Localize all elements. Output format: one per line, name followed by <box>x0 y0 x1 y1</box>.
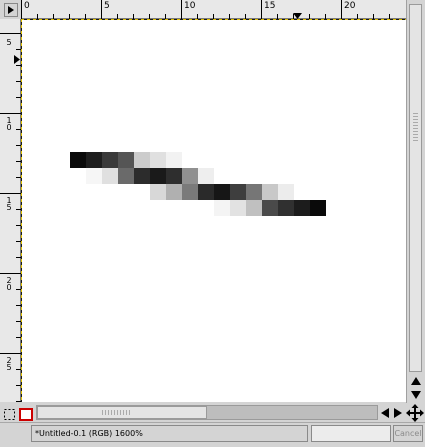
scrollbar-grip <box>102 410 132 415</box>
image-pixel <box>230 184 246 200</box>
vertical-scrollbar-thumb[interactable] <box>409 4 422 372</box>
image-pixel <box>246 184 262 200</box>
image-pixel <box>198 168 214 184</box>
move-cross-arrows-icon <box>406 404 424 422</box>
image-pixel <box>214 184 230 200</box>
scroll-right-button[interactable] <box>392 406 403 419</box>
ruler-label: 15 <box>264 1 276 11</box>
image-pixel <box>246 200 262 216</box>
image-pixel <box>102 168 118 184</box>
cancel-button[interactable]: Cancel <box>393 425 423 442</box>
canvas-boundary-left <box>21 19 22 402</box>
ruler-label: 0 <box>24 1 30 11</box>
menu-arrow-icon <box>8 6 14 14</box>
canvas-boundary-top <box>21 19 406 20</box>
horizontal-ruler[interactable]: 0 5 10 15 20 <box>21 0 406 19</box>
ruler-label: 5 <box>6 38 12 47</box>
scroll-down-button[interactable] <box>410 389 422 401</box>
image-pixel <box>182 184 198 200</box>
image-pixel <box>150 184 166 200</box>
image-pixel <box>182 168 198 184</box>
image-pixel <box>262 200 278 216</box>
image-pixel <box>134 152 150 168</box>
ruler-label: 1 5 <box>6 196 12 212</box>
image-pixel <box>294 200 310 216</box>
image-pixel <box>214 200 230 216</box>
image-pixel <box>86 152 102 168</box>
arrow-left-icon <box>380 407 389 418</box>
image-pixel <box>310 200 326 216</box>
image-pixel <box>118 152 134 168</box>
navigate-image-button[interactable] <box>406 404 424 422</box>
quick-mask-on-toggle[interactable] <box>19 406 33 421</box>
progress-area <box>311 425 391 442</box>
arrow-down-icon <box>411 391 421 399</box>
image-pixel <box>230 200 246 216</box>
status-bar: *Untitled-0.1 (RGB) 1600% Cancel <box>0 422 425 447</box>
quick-mask-toggle[interactable] <box>3 406 16 420</box>
navigation-bar <box>0 403 425 422</box>
ruler-label: 2 5 <box>6 356 12 372</box>
image-pixel <box>166 184 182 200</box>
image-pixel <box>150 168 166 184</box>
arrow-up-icon <box>411 377 421 385</box>
ruler-label: 20 <box>344 1 356 11</box>
image-title-status: *Untitled-0.1 (RGB) 1600% <box>31 425 308 442</box>
image-menu-button[interactable] <box>4 3 18 17</box>
image-pixel <box>166 152 182 168</box>
ruler-label: 2 0 <box>6 276 12 292</box>
image-pixel <box>118 168 134 184</box>
ruler-label: 10 <box>184 1 196 11</box>
scroll-up-button[interactable] <box>410 375 422 387</box>
image-pixel <box>134 168 150 184</box>
arrow-right-icon <box>393 407 402 418</box>
image-pixel <box>278 200 294 216</box>
image-pixel <box>262 184 278 200</box>
image-canvas[interactable] <box>21 19 406 402</box>
image-pixel <box>86 168 102 184</box>
image-pixel <box>278 184 294 200</box>
scroll-left-button[interactable] <box>379 406 390 419</box>
vertical-scrollbar[interactable] <box>406 0 425 403</box>
horizontal-scrollbar-thumb[interactable] <box>37 406 207 419</box>
dashed-selection-icon <box>4 409 15 420</box>
vertical-ruler[interactable]: 5 1 0 1 5 2 0 2 5 <box>0 19 21 402</box>
image-pixel <box>150 152 166 168</box>
scrollbar-grip <box>413 113 418 143</box>
pointer-position-marker-icon <box>14 55 20 64</box>
image-pixel <box>166 168 182 184</box>
image-pixel <box>198 184 214 200</box>
ruler-label: 5 <box>104 1 110 11</box>
ruler-label: 1 0 <box>6 116 12 132</box>
red-square-icon <box>19 408 33 421</box>
image-pixel <box>102 152 118 168</box>
image-pixel <box>70 152 86 168</box>
